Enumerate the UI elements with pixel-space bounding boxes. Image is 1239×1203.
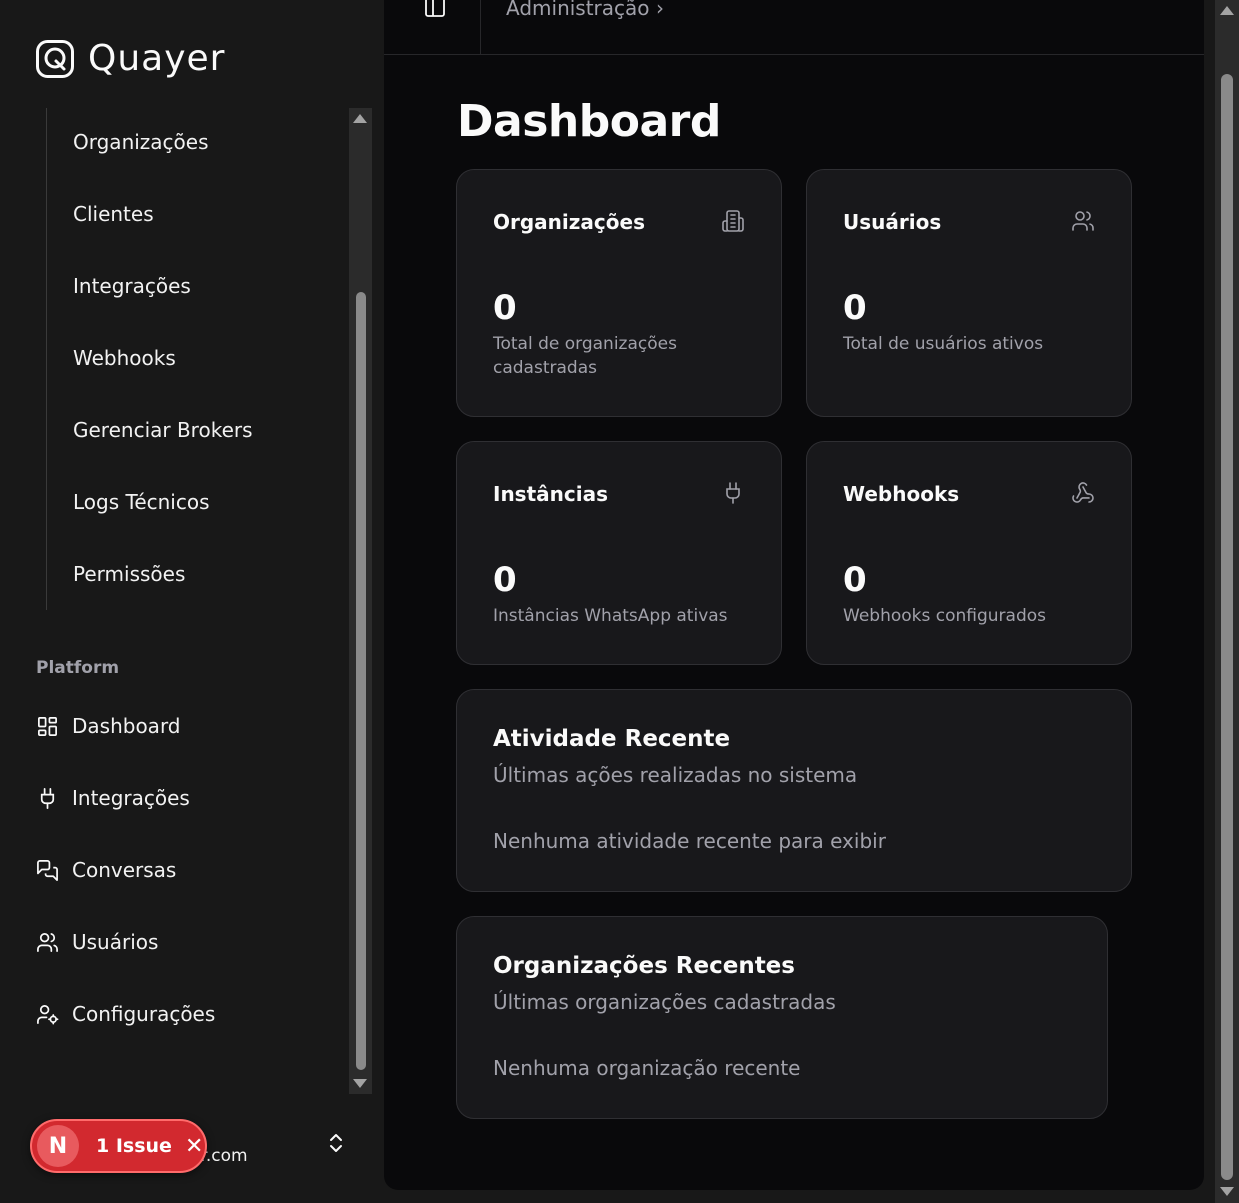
submenu-guide-line	[46, 108, 47, 610]
topbar-divider	[480, 0, 481, 54]
sidebar-scrollbar-thumb[interactable]	[356, 292, 366, 1070]
sidebar-item-label: Dashboard	[72, 714, 181, 738]
sidebar-item-label: Configurações	[72, 1002, 216, 1026]
user-cog-icon	[37, 1004, 59, 1024]
recent-organizations-card: Organizações Recentes Últimas organizaçõ…	[456, 916, 1108, 1119]
stat-description: Total de usuários ativos	[843, 334, 1044, 354]
sidebar-subitem-organizacoes[interactable]: Organizações	[73, 130, 209, 154]
sidebar-item-label: Usuários	[72, 930, 159, 954]
sidebar-subitem-permissoes[interactable]: Permissões	[73, 562, 185, 586]
stat-title: Usuários	[843, 210, 942, 234]
sidebar-scroll-up-arrow[interactable]	[353, 114, 367, 123]
issues-count-label: 1 Issue	[96, 1135, 172, 1157]
top-bar: Administração ›	[384, 0, 1204, 55]
chevron-right-icon: ›	[656, 0, 664, 20]
stat-description: Instâncias WhatsApp ativas	[493, 606, 728, 626]
sidebar-subitem-webhooks[interactable]: Webhooks	[73, 346, 176, 370]
stat-card-instancias: Instâncias 0 Instâncias WhatsApp ativas	[456, 441, 782, 665]
nextjs-logo-icon: N	[37, 1125, 79, 1167]
sidebar-item-integracoes[interactable]: Integrações	[36, 786, 190, 810]
users-icon	[37, 932, 58, 952]
card-title: Atividade Recente	[493, 726, 731, 752]
brand-name: Quayer	[88, 38, 226, 79]
stat-title: Instâncias	[493, 482, 608, 506]
stat-value: 0	[843, 560, 867, 600]
card-title: Organizações Recentes	[493, 953, 795, 979]
stat-title: Organizações	[493, 210, 645, 234]
stat-description: Webhooks configurados	[843, 606, 1046, 626]
brand[interactable]: Quayer	[36, 38, 225, 79]
sidebar-item-configuracoes[interactable]: Configurações	[36, 1002, 215, 1026]
stat-card-organizacoes: Organizações 0 Total de organizações cad…	[456, 169, 782, 417]
stat-value: 0	[493, 288, 517, 328]
users-icon	[1072, 211, 1094, 231]
page-scroll-down-arrow[interactable]	[1220, 1187, 1234, 1196]
page-scrollbar-thumb[interactable]	[1221, 74, 1233, 1180]
sidebar-toggle-icon[interactable]	[424, 0, 446, 18]
layout-dashboard-icon	[38, 716, 57, 736]
stat-value: 0	[493, 560, 517, 600]
sidebar-item-conversas[interactable]: Conversas	[36, 858, 176, 882]
section-label-platform: Platform	[36, 658, 120, 678]
chevrons-up-down-icon[interactable]	[327, 1131, 345, 1155]
quayer-logo-icon	[36, 39, 74, 78]
webhook-icon	[1072, 482, 1094, 503]
card-subtitle: Últimas ações realizadas no sistema	[493, 763, 858, 787]
building-icon	[722, 210, 744, 232]
sidebar-scroll-down-arrow[interactable]	[353, 1079, 367, 1088]
breadcrumb-administracao[interactable]: Administração	[506, 0, 650, 20]
stat-title: Webhooks	[843, 482, 960, 506]
sidebar-subitem-logs-tecnicos[interactable]: Logs Técnicos	[73, 490, 210, 514]
sidebar-item-label: Integrações	[72, 786, 190, 810]
sidebar-subitem-integracoes[interactable]: Integrações	[73, 274, 191, 298]
page-title: Dashboard	[457, 96, 721, 147]
stat-card-webhooks: Webhooks 0 Webhooks configurados	[806, 441, 1132, 665]
sidebar-subitem-gerenciar-brokers[interactable]: Gerenciar Brokers	[73, 418, 253, 442]
stat-card-usuarios: Usuários 0 Total de usuários ativos	[806, 169, 1132, 417]
recent-activity-card: Atividade Recente Últimas ações realizad…	[456, 689, 1132, 892]
empty-state-text: Nenhuma organização recente	[493, 1056, 801, 1080]
plug-icon	[726, 482, 740, 504]
stat-value: 0	[843, 288, 867, 328]
sidebar: Quayer Organizações Clientes Integrações…	[0, 0, 384, 1203]
sidebar-item-dashboard[interactable]: Dashboard	[36, 714, 181, 738]
stat-description: Total de organizações cadastradas	[493, 334, 677, 378]
empty-state-text: Nenhuma atividade recente para exibir	[493, 829, 886, 853]
card-subtitle: Últimas organizações cadastradas	[493, 990, 836, 1014]
sidebar-item-label: Conversas	[72, 858, 177, 882]
plug-icon	[40, 787, 55, 809]
main-content: Administração › Dashboard Organizações 0…	[384, 0, 1204, 1190]
issues-badge[interactable]: N 1 Issue ✕	[30, 1119, 207, 1173]
close-icon[interactable]: ✕	[185, 1134, 203, 1159]
messages-icon	[37, 859, 58, 881]
sidebar-item-usuarios[interactable]: Usuários	[36, 930, 158, 954]
page-scroll-up-arrow[interactable]	[1220, 6, 1234, 15]
sidebar-subitem-clientes[interactable]: Clientes	[73, 202, 154, 226]
